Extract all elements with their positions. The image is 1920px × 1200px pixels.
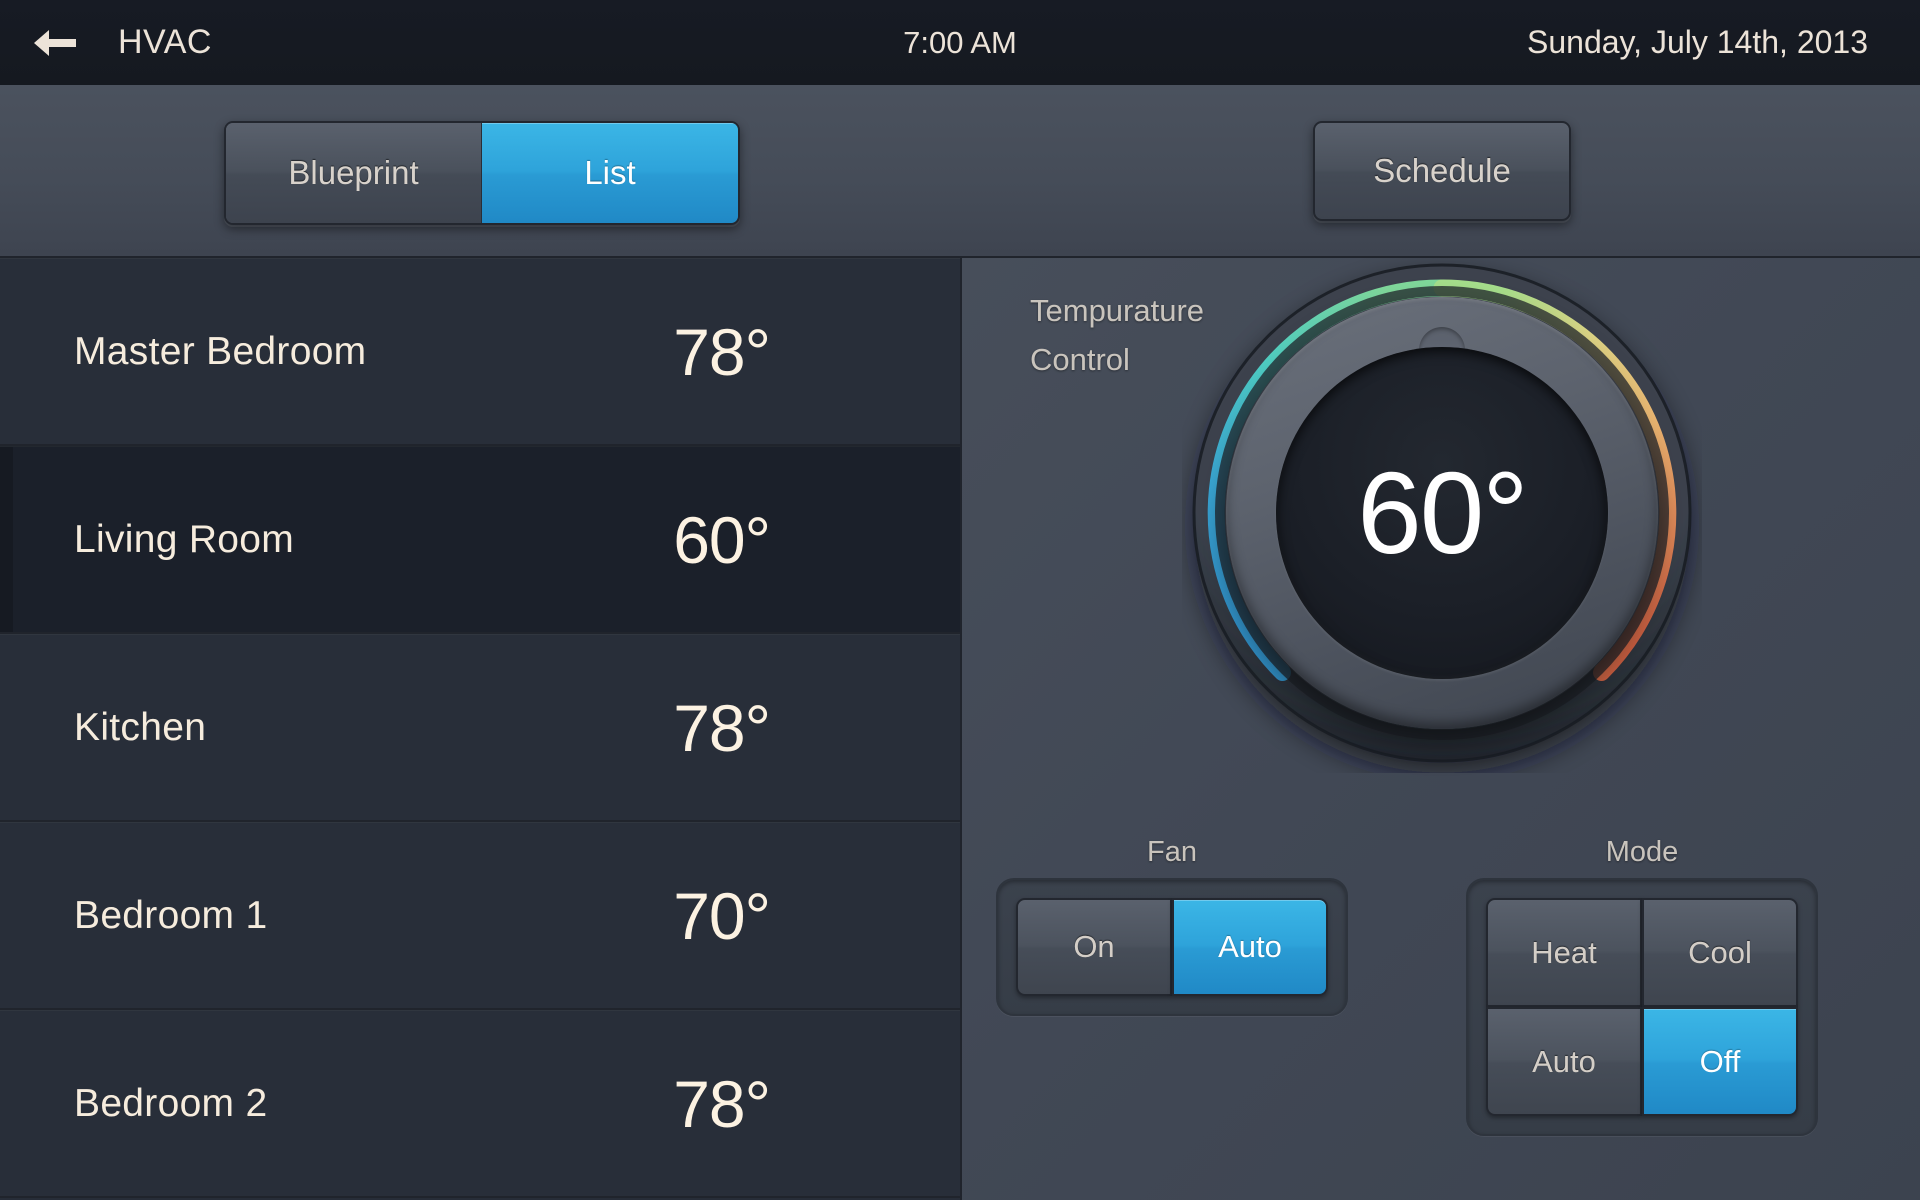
room-name: Bedroom 2 xyxy=(74,1081,268,1125)
room-temperature: 78° xyxy=(673,314,771,389)
mode-option-cool[interactable]: Cool xyxy=(1642,898,1798,1007)
date-display: Sunday, July 14th, 2013 xyxy=(1527,24,1868,60)
mode-option-heat[interactable]: Heat xyxy=(1486,898,1642,1007)
dial-temperature-value: 60° xyxy=(1357,448,1528,578)
hvac-screen: HVAC 7:00 AM Sunday, July 14th, 2013 Blu… xyxy=(0,0,1920,1200)
tab-blueprint[interactable]: Blueprint xyxy=(226,123,482,223)
room-temperature: 70° xyxy=(673,878,771,953)
table-row[interactable]: Living Room 60° xyxy=(0,446,960,634)
fan-label: Fan xyxy=(1147,836,1197,868)
table-row[interactable]: Bedroom 2 78° xyxy=(0,1010,960,1198)
back-button[interactable] xyxy=(0,0,110,85)
temperature-control-panel: Tempurature Control 60° Fan On Auto Mode… xyxy=(960,258,1920,1200)
room-name: Bedroom 1 xyxy=(74,893,268,937)
room-temperature: 78° xyxy=(673,1066,771,1141)
fan-control-group: On Auto xyxy=(996,878,1348,1016)
room-name: Master Bedroom xyxy=(74,329,367,373)
table-row[interactable]: Master Bedroom 78° xyxy=(0,258,960,446)
status-bar: HVAC 7:00 AM Sunday, July 14th, 2013 xyxy=(0,0,1920,85)
page-title: HVAC xyxy=(118,23,212,61)
dial-face: 60° xyxy=(1276,347,1608,679)
view-mode-segmented-control[interactable]: Blueprint List xyxy=(224,121,740,225)
table-row[interactable]: Kitchen 78° xyxy=(0,634,960,822)
room-list[interactable]: Master Bedroom 78° Living Room 60° Kitch… xyxy=(0,258,960,1200)
mode-option-off[interactable]: Off xyxy=(1642,1007,1798,1116)
mode-control-group: Heat Cool Auto Off xyxy=(1466,878,1818,1136)
mode-label: Mode xyxy=(1605,836,1679,868)
room-name: Living Room xyxy=(74,517,295,561)
tab-list[interactable]: List xyxy=(482,123,738,223)
fan-option-auto[interactable]: Auto xyxy=(1172,898,1328,996)
mode-option-auto[interactable]: Auto xyxy=(1486,1007,1642,1116)
room-temperature: 78° xyxy=(673,690,771,765)
table-row[interactable]: Bedroom 1 70° xyxy=(0,822,960,1010)
thermostat-dial[interactable]: 60° xyxy=(1182,258,1702,773)
room-name: Kitchen xyxy=(74,705,207,749)
room-temperature: 60° xyxy=(673,502,771,577)
toolbar: Blueprint List Schedule xyxy=(0,85,1920,258)
arrow-left-icon xyxy=(32,26,78,60)
schedule-button[interactable]: Schedule xyxy=(1313,121,1571,221)
fan-option-on[interactable]: On xyxy=(1016,898,1172,996)
